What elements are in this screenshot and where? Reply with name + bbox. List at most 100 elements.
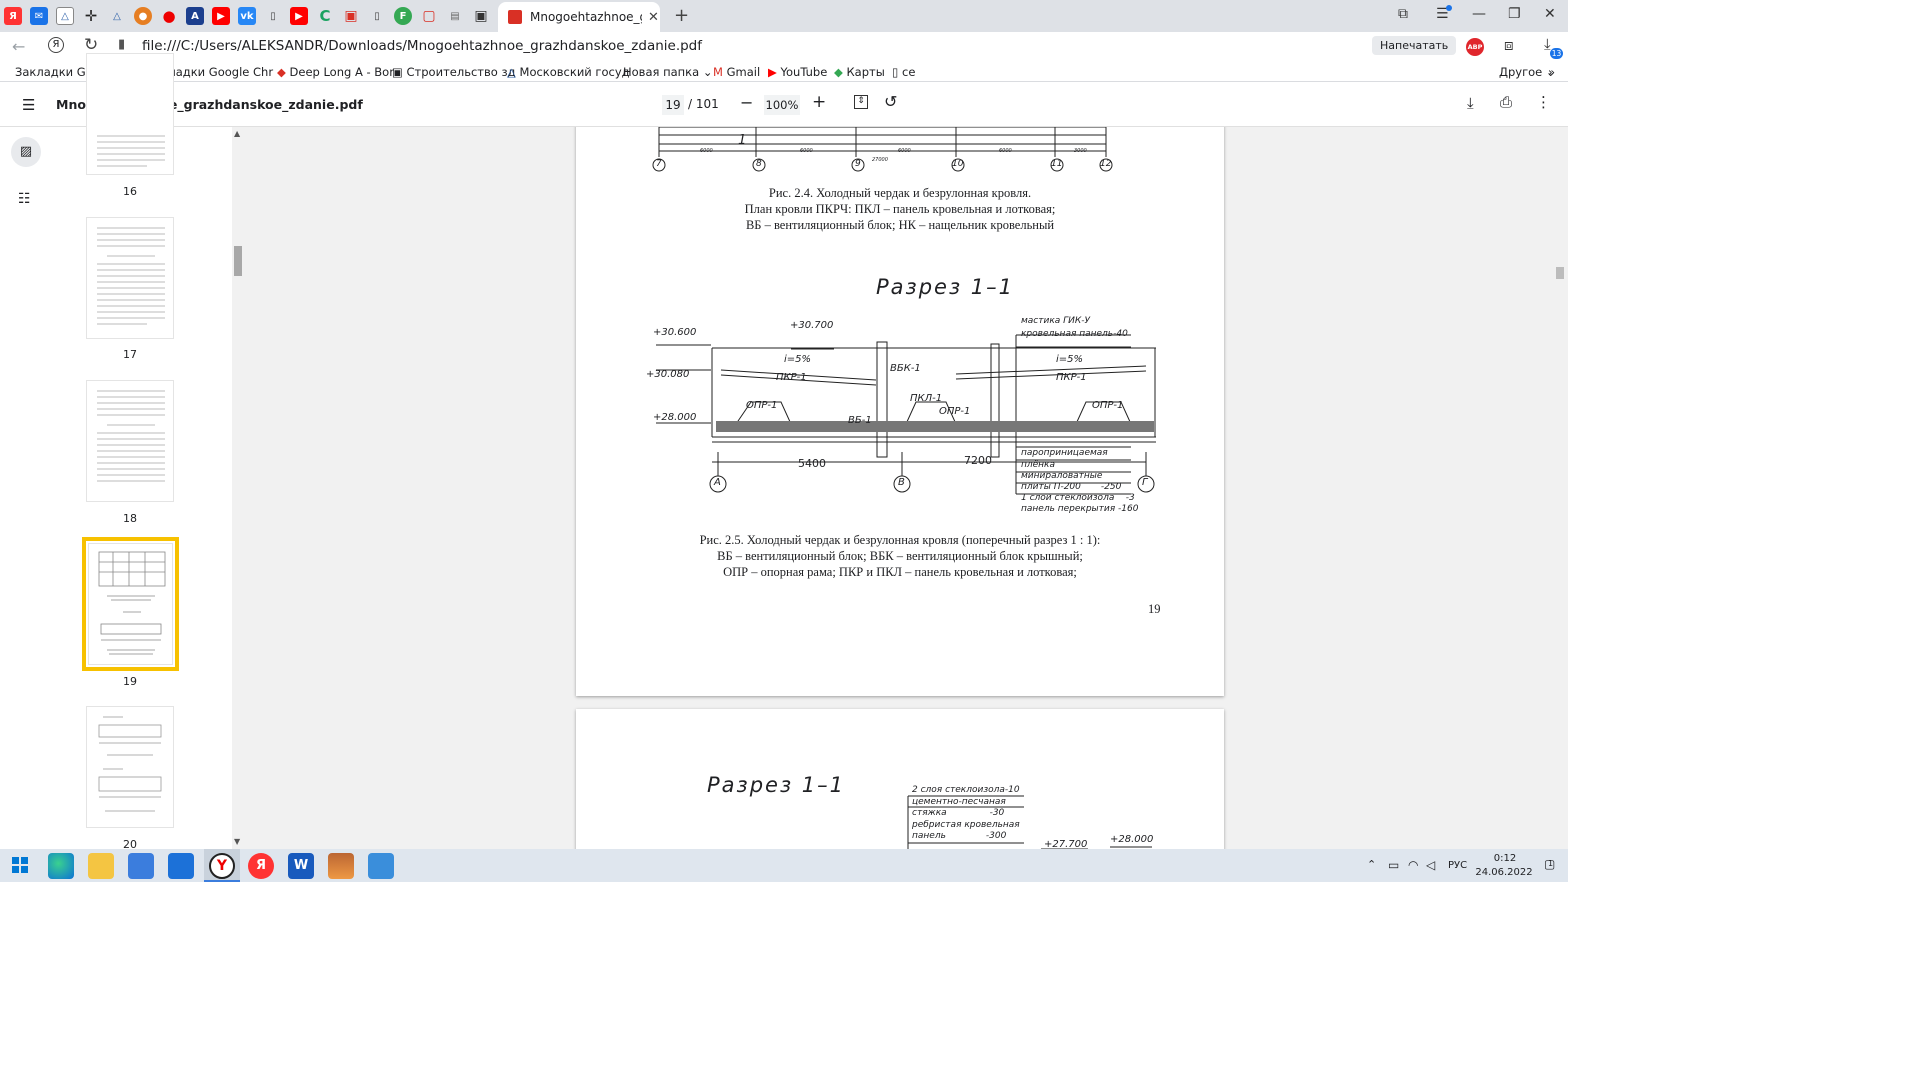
- outline-view-icon[interactable]: ☷: [18, 191, 31, 207]
- page-tab-icon[interactable]: ▤: [446, 7, 464, 25]
- youtube2-tab-icon[interactable]: ▶: [290, 7, 308, 25]
- mail-icon[interactable]: [168, 853, 194, 879]
- zoom-out-button[interactable]: −: [740, 93, 753, 112]
- file-explorer-icon[interactable]: [88, 853, 114, 879]
- bookmark-overflow-icon[interactable]: »: [1548, 65, 1555, 79]
- volume-icon[interactable]: ◁: [1426, 858, 1435, 872]
- vk-tab-icon[interactable]: vk: [238, 7, 256, 25]
- thumbnail-page-17[interactable]: [86, 217, 174, 339]
- reload-icon[interactable]: ↻: [84, 35, 98, 55]
- figure-caption-line: Рис. 2.5. Холодный чердак и безрулонная …: [699, 533, 1101, 547]
- new-tab-button[interactable]: +: [674, 5, 689, 26]
- bookmark-folder[interactable]: Новая папка ⌄: [623, 65, 712, 79]
- bookmark-item[interactable]: ▣ Строительство зд: [392, 65, 516, 79]
- triangle2-tab-icon[interactable]: △: [108, 7, 126, 25]
- bookmark-item[interactable]: ▶ YouTube: [768, 65, 827, 79]
- sidebar-menu-icon[interactable]: ☰: [22, 96, 35, 114]
- language-indicator[interactable]: РУС: [1448, 860, 1467, 871]
- triangle-tab-icon[interactable]: △: [56, 7, 74, 25]
- tab-search-icon[interactable]: ⧉: [1398, 6, 1408, 22]
- legend-line: стяжка -30: [912, 808, 1005, 818]
- thumbnail-page-20[interactable]: [86, 706, 174, 828]
- restore-button[interactable]: ❐: [1508, 6, 1521, 22]
- clock-time[interactable]: 0:12: [1487, 853, 1523, 864]
- legend-line: цементно-песчаная: [912, 797, 1006, 807]
- doc-tab-icon[interactable]: ▯: [264, 7, 282, 25]
- thumbnails-view-icon[interactable]: ▨: [11, 137, 41, 167]
- print-button[interactable]: Напечатать: [1372, 36, 1457, 55]
- mail-tab-icon[interactable]: ✉: [30, 7, 48, 25]
- bookmark-item[interactable]: ◆ Deep Long A - Bor: [277, 65, 394, 79]
- plan-dimension: 6000: [898, 148, 911, 154]
- cross-tab-icon[interactable]: ✛: [82, 7, 100, 25]
- elevation-mark: +27.700: [1044, 839, 1088, 849]
- download-pdf-icon[interactable]: ⤓: [1467, 94, 1474, 112]
- thumbnail-number: 17: [123, 348, 137, 361]
- pdf2-tab-icon[interactable]: ▣: [472, 7, 490, 25]
- yandex-icon[interactable]: Я: [248, 853, 274, 879]
- thumbnail-scrollbar-thumb[interactable]: [234, 246, 242, 276]
- clock-date[interactable]: 24.06.2022: [1472, 867, 1536, 878]
- yandex-icon[interactable]: Я: [48, 37, 64, 53]
- doc2-tab-icon[interactable]: ▯: [368, 7, 386, 25]
- thumbnail-page-18[interactable]: [86, 380, 174, 502]
- youtube-tab-icon[interactable]: ▶: [212, 7, 230, 25]
- a-tab-icon[interactable]: A: [186, 7, 204, 25]
- thumbnail-scrollbar-track[interactable]: [232, 127, 244, 849]
- thumbnail-page-16[interactable]: [86, 53, 174, 175]
- rotate-icon[interactable]: ↺: [884, 92, 897, 111]
- youtube-icon: ▶: [768, 65, 777, 79]
- notification-dot-icon: [1446, 5, 1452, 11]
- page-scrollbar-thumb[interactable]: [1556, 267, 1564, 279]
- pdf-tab-icon[interactable]: ▣: [342, 7, 360, 25]
- thumbnail-scroll-up-icon[interactable]: ▲: [234, 129, 240, 138]
- site-tab-icon[interactable]: ●: [134, 7, 152, 25]
- yandex-browser-icon[interactable]: Y: [209, 853, 235, 879]
- word-icon[interactable]: W: [288, 853, 314, 879]
- bookmark-item[interactable]: ◆ Карты: [834, 65, 885, 79]
- bookmark-icon: ◆: [277, 65, 286, 79]
- wifi-icon[interactable]: ◠: [1408, 858, 1418, 872]
- c-tab-icon[interactable]: C: [316, 7, 334, 25]
- thumbnail-page-19[interactable]: [88, 543, 173, 665]
- back-icon[interactable]: ←: [12, 37, 25, 56]
- plan-dimension: 6000: [800, 148, 813, 154]
- elevation-mark: +28.000: [653, 412, 697, 423]
- page-number-input[interactable]: 19: [662, 95, 684, 115]
- battery-icon[interactable]: ▭: [1388, 858, 1399, 872]
- fit-page-icon[interactable]: ⇕: [854, 95, 868, 109]
- zoom-in-button[interactable]: +: [812, 92, 826, 112]
- roof-plan-fragment: [652, 127, 1113, 172]
- yandex-tab-icon[interactable]: Я: [4, 7, 22, 25]
- close-icon[interactable]: ✕: [648, 10, 659, 25]
- photos-icon[interactable]: [368, 853, 394, 879]
- url-text[interactable]: file:///C:/Users/ALEKSANDR/Downloads/Mno…: [142, 38, 702, 54]
- comment-tab-icon[interactable]: ▢: [420, 7, 438, 25]
- store-icon[interactable]: [128, 853, 154, 879]
- zoom-input[interactable]: 100%: [764, 95, 800, 115]
- tab-active[interactable]: Mnogoehtazhnoe_grazh ✕: [498, 2, 660, 32]
- elevation-mark: +30.600: [653, 327, 697, 338]
- start-icon[interactable]: [12, 857, 28, 873]
- element-label: ВБ-1: [848, 415, 872, 426]
- archive-icon[interactable]: [328, 853, 354, 879]
- edge-icon[interactable]: [48, 853, 74, 879]
- green-tab-icon[interactable]: F: [394, 7, 412, 25]
- close-window-button[interactable]: ✕: [1544, 6, 1556, 22]
- figure-caption-line: ВБ – вентиляционный блок; НК – нащельник…: [745, 218, 1055, 232]
- print-icon[interactable]: ⎙: [1500, 93, 1512, 111]
- bookmark-item[interactable]: ▯ се: [892, 65, 915, 79]
- thumbnail-scroll-down-icon[interactable]: ▼: [234, 837, 240, 846]
- tray-overflow-icon[interactable]: ⌃: [1367, 858, 1376, 871]
- bookmark-item[interactable]: M Gmail: [713, 65, 760, 79]
- bookmark-item[interactable]: △ Московский госуд: [507, 65, 630, 79]
- figure-caption-line: План кровли ПКРЧ: ПКЛ – панель кровельна…: [744, 202, 1056, 216]
- minimize-button[interactable]: —: [1472, 6, 1486, 22]
- more-options-icon[interactable]: ⋮: [1536, 93, 1551, 111]
- pdf-page-20: Разрез 1–1 2 слоя стеклоизола-10 цементн…: [576, 709, 1224, 849]
- elevation-mark: +28.000: [1110, 834, 1154, 845]
- red-tab-icon[interactable]: ●: [160, 7, 178, 25]
- pdf-viewer[interactable]: 1 6000 6000 6000 6000 3000 27000 7 8 9 1…: [244, 127, 1568, 849]
- abp-icon[interactable]: ABP: [1466, 38, 1484, 56]
- collections-icon[interactable]: ⧈: [1504, 36, 1514, 54]
